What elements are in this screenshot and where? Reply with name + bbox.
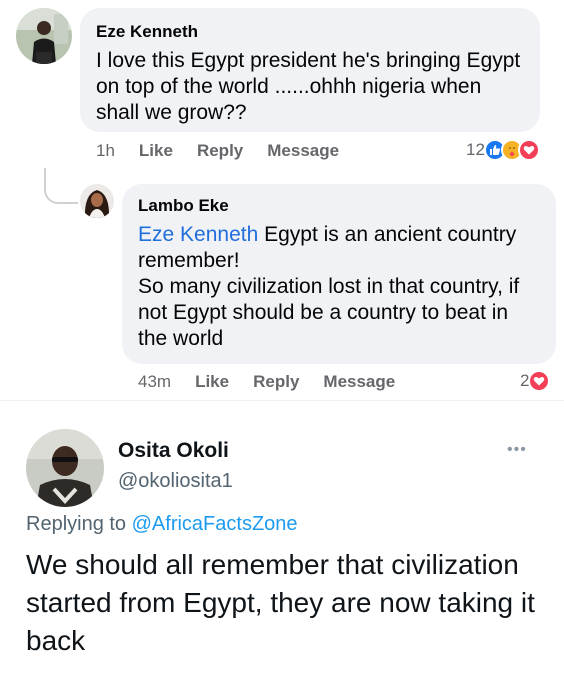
comment-author-name[interactable]: Eze Kenneth — [96, 22, 524, 42]
reply-actions-bar: 43m Like Reply Message — [138, 372, 419, 392]
tweet-handle[interactable]: @okoliosita1 — [118, 470, 233, 493]
replying-to-link[interactable]: @AfricaFactsZone — [132, 513, 298, 535]
reaction-summary[interactable]: 2 — [520, 370, 551, 392]
comment-bubble-eze-kenneth: Eze Kenneth I love this Egypt president … — [80, 8, 540, 132]
reply-timestamp[interactable]: 43m — [138, 372, 171, 392]
tweet-card: Osita Okoli @okoliosita1 ••• Replying to… — [0, 400, 564, 680]
like-button[interactable]: Like — [195, 372, 229, 392]
reply-button[interactable]: Reply — [253, 372, 299, 392]
reaction-count: 12 — [466, 140, 485, 159]
mention-link[interactable]: Eze Kenneth — [138, 223, 258, 246]
reply-text: Eze Kenneth Egypt is an ancient country … — [138, 222, 540, 352]
reply-bubble-lambo-eke: Lambo Eke Eze Kenneth Egypt is an ancien… — [122, 184, 556, 364]
reply-thread-line — [44, 168, 78, 204]
reply-button[interactable]: Reply — [197, 141, 243, 161]
tweet-display-name[interactable]: Osita Okoli — [118, 439, 229, 463]
replying-to-line: Replying to @AfricaFactsZone — [26, 513, 298, 536]
lambo-eke-avatar[interactable] — [80, 184, 114, 218]
like-button[interactable]: Like — [139, 141, 173, 161]
eze-kenneth-avatar[interactable] — [16, 8, 72, 64]
message-button[interactable]: Message — [323, 372, 395, 392]
comment-timestamp[interactable]: 1h — [96, 141, 115, 161]
facebook-comments-section: Eze Kenneth I love this Egypt president … — [0, 0, 564, 400]
osita-okoli-avatar[interactable] — [26, 429, 104, 507]
message-button[interactable]: Message — [267, 141, 339, 161]
love-icon — [517, 139, 540, 161]
comment-actions-bar: 1h Like Reply Message — [96, 141, 363, 161]
reply-text-line2: So many civilization lost in that countr… — [138, 275, 520, 350]
comment-text: I love this Egypt president he's bringin… — [96, 49, 521, 124]
tweet-text: We should all remember that civilization… — [26, 549, 535, 656]
reply-author-name[interactable]: Lambo Eke — [138, 196, 540, 216]
love-icon — [528, 370, 551, 392]
replying-prefix: Replying to — [26, 513, 132, 535]
reaction-summary[interactable]: 12 — [466, 139, 540, 161]
more-options-icon[interactable]: ••• — [507, 441, 527, 459]
